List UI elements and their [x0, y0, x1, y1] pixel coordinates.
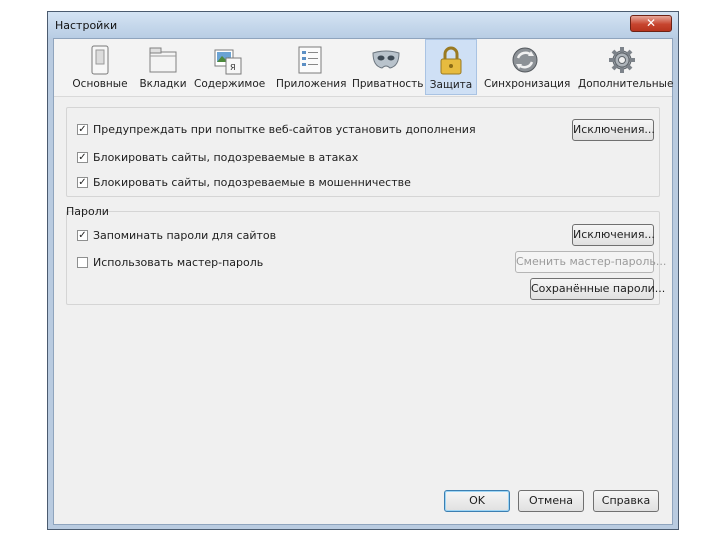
tabs-window-icon — [149, 47, 177, 73]
tab-label: Приложения — [276, 78, 347, 90]
block-forgery-label: Блокировать сайты, подозреваемые в мошен… — [93, 176, 411, 189]
ok-button[interactable]: OK — [444, 490, 510, 512]
category-toolbar: Основные Вкладки Я Содержимое Приложения… — [54, 39, 674, 97]
addons-exceptions-button[interactable]: Исключения... — [572, 119, 655, 141]
tab-sync[interactable]: Синхронизация — [484, 39, 571, 95]
block-forgery-checkbox[interactable]: ✓ — [77, 177, 88, 188]
tab-label: Синхронизация — [484, 78, 571, 90]
tab-label: Защита — [429, 79, 473, 91]
passwords-exceptions-button[interactable]: Исключения... — [572, 224, 655, 246]
saved-passwords-button[interactable]: Сохранённые пароли... — [530, 278, 665, 300]
switch-icon — [91, 45, 109, 75]
block-attack-checkbox[interactable]: ✓ — [77, 152, 88, 163]
tab-security[interactable]: Защита — [425, 39, 477, 95]
settings-client-area: Основные Вкладки Я Содержимое Приложения… — [53, 38, 673, 525]
tab-label: Вкладки — [139, 78, 187, 90]
settings-window: Настройки ✕ Основные Вкладки Я Содержимо… — [47, 11, 679, 530]
gear-icon — [609, 47, 635, 73]
content-image-icon: Я — [214, 49, 242, 75]
tab-content[interactable]: Я Содержимое — [194, 39, 266, 95]
change-master-password-button[interactable]: Сменить мастер-пароль... — [515, 251, 666, 273]
tab-label: Приватность — [352, 78, 424, 90]
warn-addons-checkbox[interactable]: ✓ — [77, 124, 88, 135]
master-password-label: Использовать мастер-пароль — [93, 256, 264, 269]
tab-label: Основные — [72, 78, 128, 90]
tab-label: Дополнительные — [578, 78, 674, 90]
cancel-button[interactable]: Отмена — [518, 490, 584, 512]
tab-tabs[interactable]: Вкладки — [134, 39, 192, 95]
help-button[interactable]: Справка — [593, 490, 659, 512]
window-title: Настройки — [55, 19, 118, 32]
warn-addons-label: Предупреждать при попытке веб-сайтов уст… — [93, 123, 476, 136]
svg-text:Я: Я — [230, 63, 236, 72]
tab-label: Содержимое — [194, 78, 266, 90]
close-icon: ✕ — [645, 16, 657, 30]
applications-list-icon — [298, 46, 322, 74]
tab-applications[interactable]: Приложения — [276, 39, 347, 95]
tab-general[interactable]: Основные — [68, 39, 132, 95]
close-button[interactable]: ✕ — [630, 15, 672, 32]
passwords-group-title: Пароли — [66, 205, 109, 218]
block-attack-label: Блокировать сайты, подозреваемые в атака… — [93, 151, 359, 164]
master-password-checkbox[interactable] — [77, 257, 88, 268]
padlock-icon — [440, 46, 462, 75]
tab-privacy[interactable]: Приватность — [352, 39, 424, 95]
sync-globe-icon — [512, 47, 538, 73]
tab-advanced[interactable]: Дополнительные — [578, 39, 674, 95]
title-bar[interactable]: Настройки ✕ — [48, 12, 678, 38]
remember-passwords-checkbox[interactable]: ✓ — [77, 230, 88, 241]
mask-icon — [372, 50, 400, 69]
remember-passwords-label: Запоминать пароли для сайтов — [93, 229, 277, 242]
